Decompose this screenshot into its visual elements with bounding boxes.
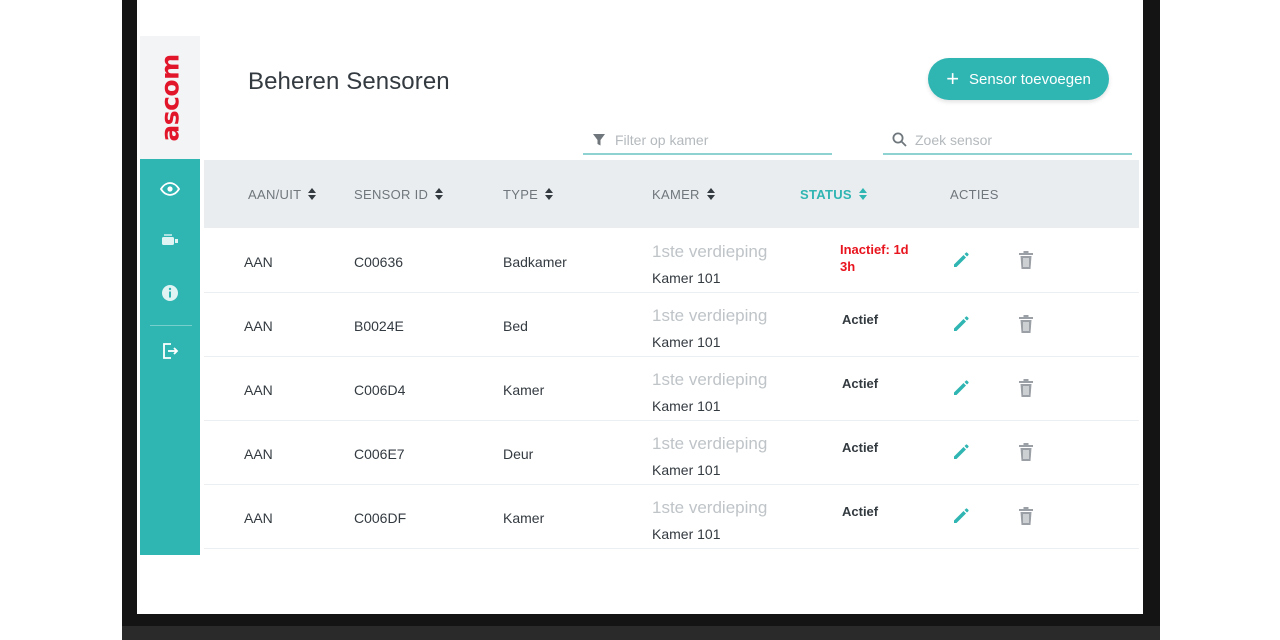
floor-cell: 1ste verdieping [652,434,768,453]
trash-icon[interactable] [1017,250,1035,270]
room-cell: Kamer 101 [652,270,721,286]
table-row[interactable]: AAN C006E7 Deur 1ste verdieping Kamer 101 Act… [204,421,1139,485]
floor-cell: 1ste verdieping [652,370,768,389]
room-cell: Kamer 101 [652,526,721,542]
logout-icon[interactable] [158,339,182,363]
sort-icon [706,188,715,200]
plus-icon: + [946,66,960,91]
column-header-status[interactable]: STATUS [800,160,867,228]
room-cell: Kamer 101 [652,398,721,414]
laptop-base [122,626,1160,640]
column-label: AAN/UIT [248,186,302,202]
sensor-table-body: AAN C00636 Badkamer 1ste verdieping Kamer 10… [204,229,1139,549]
add-sensor-label: Sensor toevoegen [969,70,1091,88]
column-label: KAMER [652,186,700,202]
sensor-id-cell: C006E7 [354,446,405,462]
eye-icon[interactable] [158,177,182,201]
power-cell[interactable]: AAN [244,254,273,270]
trash-icon[interactable] [1017,378,1035,398]
status-cell: Actief [842,504,879,519]
search-icon [891,132,907,148]
table-row[interactable]: AAN C00636 Badkamer 1ste verdieping Kamer 10… [204,229,1139,293]
sort-icon [308,188,317,200]
sort-icon [435,188,444,200]
search-input[interactable] [915,131,1115,148]
column-header-type[interactable]: TYPE [503,160,554,228]
edit-icon[interactable] [951,378,971,398]
table-row[interactable]: AAN C006DF Kamer 1ste verdieping Kamer 101 Ac… [204,485,1139,549]
column-label: SENSOR ID [354,186,429,202]
column-header-power[interactable]: AAN/UIT [248,160,317,228]
sensor-id-cell: B0024E [354,318,404,334]
column-label: STATUS [800,186,852,202]
floor-cell: 1ste verdieping [652,242,768,261]
logo-panel: ascom [140,36,200,159]
column-header-room[interactable]: KAMER [652,160,715,228]
sidebar-divider [150,325,192,326]
status-cell: Actief [842,376,879,391]
floor-cell: 1ste verdieping [652,306,768,325]
table-row[interactable]: AAN B0024E Bed 1ste verdieping Kamer 101 Acti… [204,293,1139,357]
column-label: ACTIES [950,186,999,202]
status-cell: Actief [842,440,879,455]
edit-icon[interactable] [951,442,971,462]
edit-icon[interactable] [951,506,971,526]
filter-icon [591,132,607,148]
column-header-actions: ACTIES [950,160,999,228]
table-header: AAN/UIT SENSOR ID TYPE KAMER STATUS ACTI… [204,160,1139,228]
column-label: TYPE [503,186,539,202]
power-cell[interactable]: AAN [244,318,273,334]
table-row[interactable]: AAN C006D4 Kamer 1ste verdieping Kamer 101 Ac… [204,357,1139,421]
type-cell: Bed [503,318,528,334]
room-cell: Kamer 101 [652,462,721,478]
power-cell[interactable]: AAN [244,510,273,526]
room-filter-input[interactable] [615,131,815,148]
sensor-icon[interactable] [158,229,182,253]
column-header-sensor-id[interactable]: SENSOR ID [354,160,444,228]
power-cell[interactable]: AAN [244,382,273,398]
sensor-id-cell: C006D4 [354,382,406,398]
page-title: Beheren Sensoren [248,68,450,95]
room-filter-field[interactable] [583,126,832,155]
sidebar [140,159,200,555]
type-cell: Deur [503,446,534,462]
status-cell: Inactief: 1d 3h [840,242,909,274]
status-cell: Actief [842,312,879,327]
trash-icon[interactable] [1017,314,1035,334]
power-cell[interactable]: AAN [244,446,273,462]
trash-icon[interactable] [1017,442,1035,462]
search-field[interactable] [883,126,1132,155]
sort-icon [545,188,554,200]
type-cell: Badkamer [503,254,567,270]
edit-icon[interactable] [951,250,971,270]
info-icon[interactable] [158,281,182,305]
type-cell: Kamer [503,510,545,526]
sensor-id-cell: C00636 [354,254,404,270]
type-cell: Kamer [503,382,545,398]
add-sensor-button[interactable]: + Sensor toevoegen [928,58,1109,100]
sort-icon [858,188,867,200]
floor-cell: 1ste verdieping [652,498,768,517]
ascom-logo[interactable]: ascom [156,54,185,141]
room-cell: Kamer 101 [652,334,721,350]
sensor-id-cell: C006DF [354,510,407,526]
edit-icon[interactable] [951,314,971,334]
trash-icon[interactable] [1017,506,1035,526]
app-screen: ascom Beheren Sensoren + Sensor toevoege… [137,0,1143,614]
